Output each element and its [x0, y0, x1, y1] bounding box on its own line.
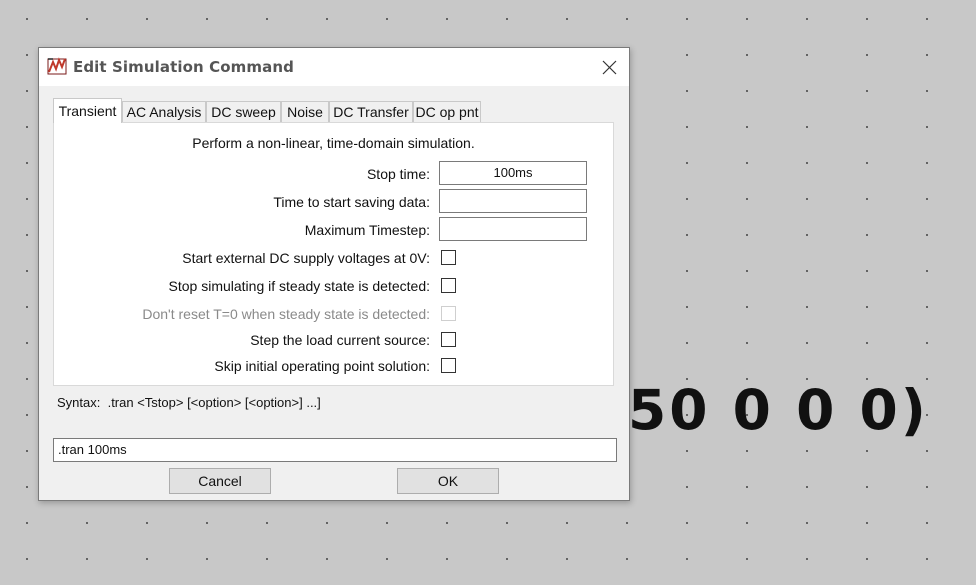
option-label-no-reset: Don't reset T=0 when steady state is det…	[142, 306, 430, 322]
steady-state-checkbox[interactable]	[441, 278, 456, 293]
dc-supply-checkbox[interactable]	[441, 250, 456, 265]
stop-time-label: Stop time:	[366, 166, 430, 182]
dialog-title: Edit Simulation Command	[73, 58, 294, 76]
skip-op-checkbox[interactable]	[441, 358, 456, 373]
close-icon[interactable]	[599, 58, 619, 76]
transient-panel: Perform a non-linear, time-domain simula…	[53, 122, 614, 386]
tab-dc-sweep[interactable]: DC sweep	[206, 101, 281, 122]
ltspice-app-icon	[47, 56, 67, 76]
tab-noise[interactable]: Noise	[281, 101, 329, 122]
ok-button[interactable]: OK	[397, 468, 499, 494]
stop-time-input[interactable]: 100ms	[439, 161, 587, 185]
schematic-netlist-text: 50 0 0 0)	[628, 378, 929, 442]
option-label-skip-op: Skip initial operating point solution:	[214, 358, 430, 374]
cancel-button[interactable]: Cancel	[169, 468, 271, 494]
start-saving-label: Time to start saving data:	[273, 194, 430, 210]
tab-dc-transfer[interactable]: DC Transfer	[329, 101, 413, 122]
panel-description: Perform a non-linear, time-domain simula…	[192, 135, 475, 151]
option-label-steady-state: Stop simulating if steady state is detec…	[168, 278, 430, 294]
tab-ac-analysis[interactable]: AC Analysis	[122, 101, 206, 122]
max-timestep-input[interactable]	[439, 217, 587, 241]
tab-transient[interactable]: Transient	[53, 98, 122, 123]
edit-simulation-command-dialog: Edit Simulation Command Transient AC Ana…	[38, 47, 630, 501]
tab-dc-op-pnt[interactable]: DC op pnt	[413, 101, 481, 122]
no-reset-checkbox	[441, 306, 456, 321]
option-label-step-load: Step the load current source:	[250, 332, 430, 348]
syntax-hint: Syntax: .tran <Tstop> [<option> [<option…	[57, 395, 321, 410]
start-saving-input[interactable]	[439, 189, 587, 213]
max-timestep-label: Maximum Timestep:	[304, 222, 430, 238]
command-input[interactable]: .tran 100ms	[53, 438, 617, 462]
option-label-dc-supply: Start external DC supply voltages at 0V:	[182, 250, 430, 266]
step-load-checkbox[interactable]	[441, 332, 456, 347]
title-bar[interactable]: Edit Simulation Command	[39, 48, 629, 86]
